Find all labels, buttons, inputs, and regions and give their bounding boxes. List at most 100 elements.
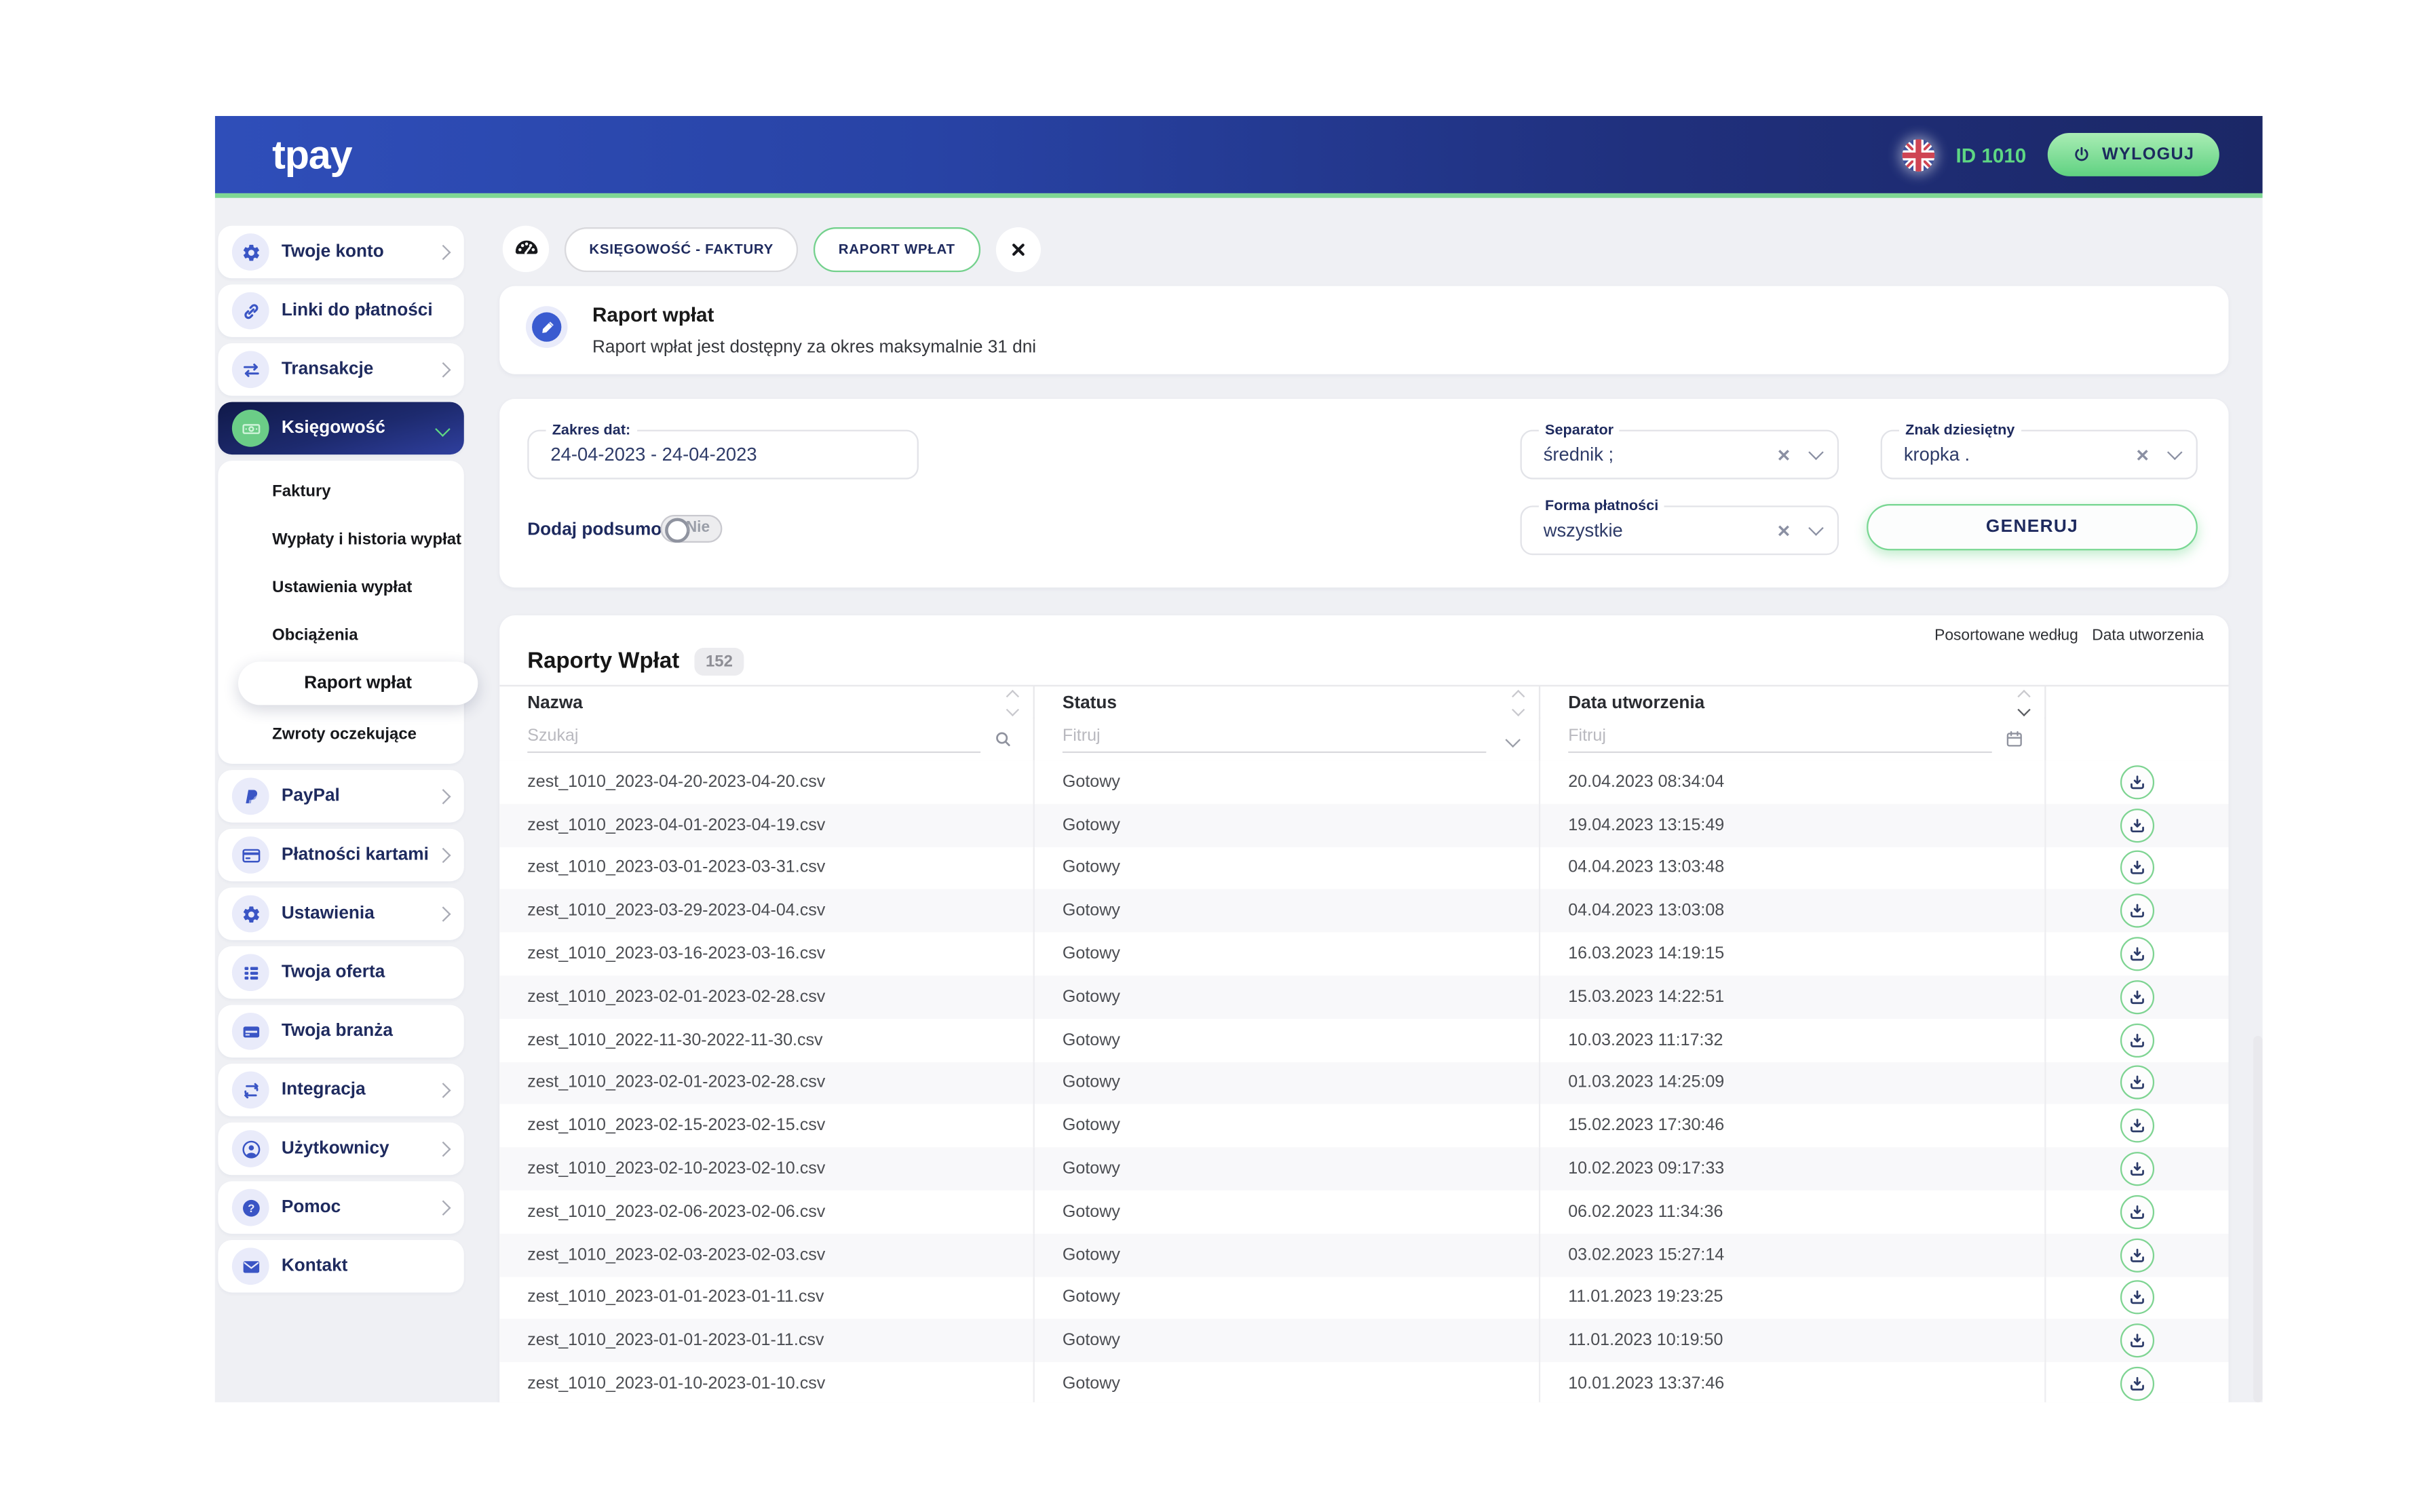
payment-method-select[interactable]: Forma płatności wszystkie × xyxy=(1521,505,1839,555)
sidebar-subitem-faktury[interactable]: Faktury xyxy=(218,467,463,515)
actions-filter-cell xyxy=(2044,718,2228,761)
download-button[interactable] xyxy=(2120,980,2154,1014)
column-header-created[interactable]: Data utworzenia xyxy=(1539,686,2044,719)
date-range-field[interactable]: Zakres dat: 24-04-2023 - 24-04-2023 xyxy=(527,430,919,480)
report-created-date: 01.03.2023 14:25:09 xyxy=(1539,1062,2044,1104)
download-button[interactable] xyxy=(2120,1152,2154,1186)
sidebar-subitem-slot: Raport wpłat xyxy=(218,659,463,710)
report-status: Gotowy xyxy=(1033,1362,1539,1402)
sidebar-item-twoja-oferta[interactable]: Twoja oferta xyxy=(218,946,463,999)
list-icon xyxy=(232,954,269,991)
download-button[interactable] xyxy=(2120,937,2154,971)
sidebar-item-label: Ustawienia xyxy=(282,904,375,923)
chevron-right-icon xyxy=(435,362,449,376)
top-navbar: tpay ID 1010 WYLOGUJ xyxy=(215,116,2263,198)
report-name: zest_1010_2023-02-06-2023-02-06.csv xyxy=(499,1190,1033,1233)
chevron-down-icon[interactable] xyxy=(1808,445,1822,459)
reports-table-card: Posortowane według Data utworzenia Rapor… xyxy=(499,615,2228,1402)
report-actions xyxy=(2044,1277,2228,1319)
download-button[interactable] xyxy=(2120,1109,2154,1143)
paypal-icon xyxy=(232,777,269,815)
report-created-date: 04.04.2023 13:03:08 xyxy=(1539,889,2044,932)
transfer-icon xyxy=(232,351,269,388)
dashboard-gauge-button[interactable] xyxy=(503,226,549,272)
sidebar-item-pomoc[interactable]: ?Pomoc xyxy=(218,1181,463,1233)
sidebar-item-ustawienia[interactable]: Ustawienia xyxy=(218,887,463,939)
chevron-down-icon[interactable] xyxy=(1505,733,1519,747)
column-header-name[interactable]: Nazwa xyxy=(499,686,1033,719)
date-filter-input[interactable] xyxy=(1568,724,1992,753)
report-actions xyxy=(2044,760,2228,803)
navbar-right: ID 1010 WYLOGUJ xyxy=(1902,133,2219,176)
sidebar-item-label: Integracja xyxy=(282,1081,366,1099)
report-name: zest_1010_2023-02-10-2023-02-10.csv xyxy=(499,1148,1033,1190)
sidebar-item-paypal[interactable]: PayPal xyxy=(218,770,463,822)
logout-button[interactable]: WYLOGUJ xyxy=(2048,133,2219,176)
sidebar-item-integracja[interactable]: Integracja xyxy=(218,1064,463,1116)
report-created-date: 04.04.2023 13:03:48 xyxy=(1539,847,2044,889)
table-title-row: Raporty Wpłat 152 xyxy=(527,648,744,676)
clear-icon[interactable]: × xyxy=(1778,520,1791,541)
sidebar-subitem-obciazenia[interactable]: Obciążenia xyxy=(218,610,463,659)
download-button[interactable] xyxy=(2120,1367,2154,1401)
report-created-date: 10.02.2023 09:17:33 xyxy=(1539,1148,2044,1190)
download-button[interactable] xyxy=(2120,1023,2154,1057)
summary-toggle[interactable]: Nie xyxy=(660,515,722,543)
sorted-by-value[interactable]: Data utworzenia xyxy=(2092,627,2204,644)
sidebar-subitem-wyplaty-i-historia-wyplat[interactable]: Wypłaty i historia wypłat xyxy=(218,515,463,563)
status-filter-input[interactable] xyxy=(1063,724,1487,753)
report-row: zest_1010_2023-02-01-2023-02-28.csvGotow… xyxy=(499,975,2228,1018)
separator-select[interactable]: Separator średnik ; × xyxy=(1521,430,1839,480)
sidebar-item-twoje-konto[interactable]: Twoje konto xyxy=(218,226,463,278)
download-button[interactable] xyxy=(2120,808,2154,842)
download-button[interactable] xyxy=(2120,1195,2154,1229)
download-button[interactable] xyxy=(2120,1281,2154,1315)
logout-label: WYLOGUJ xyxy=(2102,145,2194,163)
sidebar-item-twoja-branza[interactable]: Twoja branża xyxy=(218,1005,463,1058)
generate-button[interactable]: GENERUJ xyxy=(1867,504,2198,550)
pencil-icon xyxy=(532,312,561,341)
download-button[interactable] xyxy=(2120,765,2154,799)
download-button[interactable] xyxy=(2120,851,2154,885)
tab-deposit-report[interactable]: RAPORT WPŁAT xyxy=(814,227,980,271)
sidebar-subitem-raport-wplat[interactable]: Raport wpłat xyxy=(238,662,478,705)
download-button[interactable] xyxy=(2120,894,2154,928)
report-name: zest_1010_2022-11-30-2022-11-30.csv xyxy=(499,1019,1033,1062)
chevron-down-icon[interactable] xyxy=(2167,445,2181,459)
column-header-status[interactable]: Status xyxy=(1033,686,1539,719)
search-input[interactable] xyxy=(527,724,980,753)
calendar-icon[interactable] xyxy=(2004,729,2025,750)
sidebar-item-kontakt[interactable]: Kontakt xyxy=(218,1240,463,1292)
payment-method-value: wszystkie xyxy=(1544,507,1623,554)
report-name: zest_1010_2023-04-01-2023-04-19.csv xyxy=(499,804,1033,847)
vertical-scrollbar[interactable] xyxy=(2253,1036,2263,1402)
download-button[interactable] xyxy=(2120,1324,2154,1358)
download-button[interactable] xyxy=(2120,1066,2154,1100)
report-row: zest_1010_2023-01-01-2023-01-11.csvGotow… xyxy=(499,1277,2228,1319)
clear-icon[interactable]: × xyxy=(2136,444,2149,465)
download-button[interactable] xyxy=(2120,1238,2154,1272)
link-icon xyxy=(232,292,269,330)
decimal-sign-select[interactable]: Znak dziesiętny kropka . × xyxy=(1881,430,2198,480)
sidebar-item-ksiegowosc[interactable]: Księgowość xyxy=(218,402,463,454)
repeat-icon xyxy=(232,1072,269,1109)
sidebar-item-linki-do-platnosci[interactable]: Linki do płatności xyxy=(218,284,463,336)
close-tab-button[interactable] xyxy=(995,227,1040,271)
svg-text:?: ? xyxy=(247,1201,254,1214)
uk-flag-icon[interactable] xyxy=(1902,138,1934,171)
report-row: zest_1010_2023-03-16-2023-03-16.csvGotow… xyxy=(499,933,2228,975)
chevron-down-icon[interactable] xyxy=(1808,521,1822,535)
sidebar-item-uzytkownicy[interactable]: Użytkownicy xyxy=(218,1123,463,1175)
sidebar-item-label: Kontakt xyxy=(282,1257,348,1275)
sidebar-item-platnosci-kartami[interactable]: Płatności kartami xyxy=(218,829,463,881)
report-status: Gotowy xyxy=(1033,1104,1539,1147)
report-status: Gotowy xyxy=(1033,975,1539,1018)
report-actions xyxy=(2044,1062,2228,1104)
sidebar-subitem-zwroty-oczekujace[interactable]: Zwroty oczekujące xyxy=(218,710,463,758)
report-name: zest_1010_2023-03-29-2023-04-04.csv xyxy=(499,889,1033,932)
tab-accounting-invoices[interactable]: KSIĘGOWOŚĆ - FAKTURY xyxy=(565,227,799,271)
report-row: zest_1010_2023-04-20-2023-04-20.csvGotow… xyxy=(499,760,2228,803)
sidebar-item-transakcje[interactable]: Transakcje xyxy=(218,343,463,395)
clear-icon[interactable]: × xyxy=(1778,444,1791,465)
sidebar-subitem-ustawienia-wyplat[interactable]: Ustawienia wypłat xyxy=(218,563,463,611)
